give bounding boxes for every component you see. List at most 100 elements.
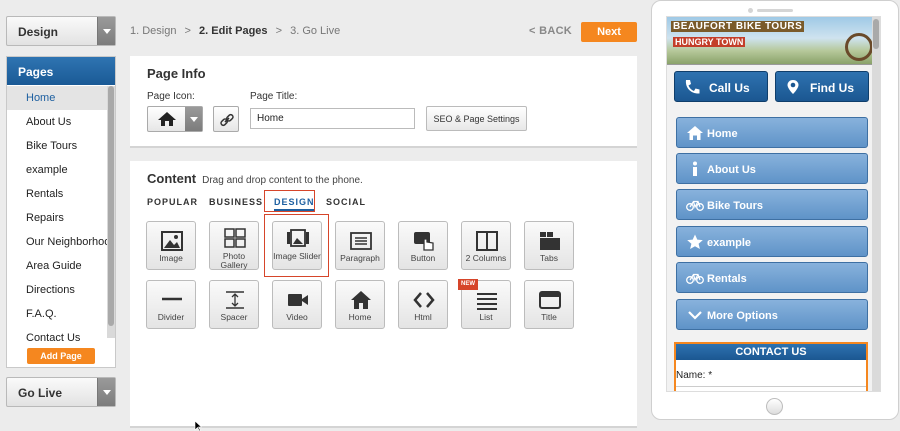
- mobile-nav-example[interactable]: example: [676, 226, 868, 257]
- pages-list: Home About Us Bike Tours example Rentals…: [7, 86, 108, 350]
- banner-subtitle: HUNGRY TOWN: [673, 37, 746, 47]
- design-tab-highlight: [264, 190, 315, 212]
- call-us-button[interactable]: Call Us: [674, 71, 768, 102]
- page-icon-label: Page Icon:: [147, 91, 195, 102]
- step-separator: >: [184, 25, 191, 37]
- find-us-button[interactable]: Find Us: [775, 71, 869, 102]
- page-item-rentals[interactable]: Rentals: [7, 182, 108, 206]
- tile-label: Divider: [157, 312, 185, 322]
- chevron-down-icon[interactable]: [97, 17, 115, 45]
- map-pin-icon: [787, 80, 799, 94]
- tile-photo-gallery[interactable]: Photo Gallery: [209, 221, 259, 270]
- tile-label: Paragraph: [340, 253, 380, 263]
- mobile-nav-home[interactable]: Home: [676, 117, 868, 148]
- pages-scrollbar[interactable]: [107, 86, 115, 338]
- tile-divider[interactable]: Divider: [146, 280, 196, 329]
- tile-label: Tabs: [540, 253, 558, 263]
- mobile-nav-more-options[interactable]: More Options: [676, 299, 868, 330]
- tab-popular[interactable]: POPULAR: [147, 197, 198, 207]
- mobile-nav-label: Rentals: [707, 273, 747, 285]
- tile-label: 2 Columns: [465, 253, 507, 263]
- page-icon-select[interactable]: [147, 106, 203, 132]
- page-item-contact-us[interactable]: Contact Us: [7, 326, 108, 350]
- mobile-nav-label: Bike Tours: [707, 200, 764, 212]
- content-subtitle: Drag and drop content to the phone.: [202, 175, 363, 186]
- design-dropdown[interactable]: Design: [6, 16, 116, 46]
- page-item-faq[interactable]: F.A.Q.: [7, 302, 108, 326]
- golive-dropdown-label: Go Live: [18, 386, 63, 400]
- page-item-repairs[interactable]: Repairs: [7, 206, 108, 230]
- tile-label: Html: [414, 312, 432, 322]
- step-go-live[interactable]: 3. Go Live: [290, 25, 340, 37]
- add-page-button[interactable]: Add Page: [27, 348, 95, 364]
- find-us-label: Find Us: [810, 81, 854, 95]
- tab-business[interactable]: BUSINESS: [209, 197, 263, 207]
- mobile-nav-rentals[interactable]: Rentals: [676, 262, 868, 293]
- phone-screen[interactable]: BEAUFORT BIKE TOURS HUNGRY TOWN Call Us …: [666, 16, 881, 392]
- wizard-steps: 1. Design > 2. Edit Pages > 3. Go Live: [130, 25, 345, 37]
- tile-video[interactable]: Video: [272, 280, 322, 329]
- page-info-title: Page Info: [147, 66, 206, 81]
- phone-speaker: [748, 8, 793, 13]
- page-item-area-guide[interactable]: Area Guide: [7, 254, 108, 278]
- page-item-directions[interactable]: Directions: [7, 278, 108, 302]
- tile-label: List: [479, 312, 493, 322]
- link-icon: [220, 113, 234, 127]
- tile-label: Image Slider: [273, 251, 321, 261]
- mobile-nav-label: About Us: [707, 164, 756, 176]
- tile-paragraph[interactable]: Paragraph: [335, 221, 385, 270]
- page-item-home[interactable]: Home: [7, 86, 108, 110]
- phone-preview: BEAUFORT BIKE TOURS HUNGRY TOWN Call Us …: [651, 0, 899, 420]
- tile-2-columns[interactable]: 2 Columns: [461, 221, 511, 270]
- page-item-example[interactable]: example: [7, 158, 108, 182]
- phone-scrollbar[interactable]: [872, 17, 880, 391]
- mouse-cursor-icon: [194, 420, 202, 431]
- phone-icon: [685, 80, 700, 94]
- tile-label: Spacer: [220, 312, 248, 322]
- tile-label: Photo Gallery: [220, 251, 248, 270]
- site-banner: BEAUFORT BIKE TOURS HUNGRY TOWN: [667, 17, 874, 65]
- tile-label: Image: [159, 253, 183, 263]
- mobile-nav-label: example: [707, 237, 752, 249]
- step-separator: >: [275, 25, 283, 37]
- next-button[interactable]: Next: [581, 22, 637, 42]
- tile-title[interactable]: Title: [524, 280, 574, 329]
- mobile-nav-label: Home: [707, 128, 738, 140]
- tab-social[interactable]: SOCIAL: [326, 197, 366, 207]
- mobile-nav-bike-tours[interactable]: Bike Tours: [676, 189, 868, 220]
- contact-header: CONTACT US: [676, 344, 866, 360]
- page-item-bike-tours[interactable]: Bike Tours: [7, 134, 108, 158]
- content-title-text: Content: [147, 171, 197, 186]
- golive-dropdown[interactable]: Go Live: [6, 377, 116, 407]
- tile-home[interactable]: Home: [335, 280, 385, 329]
- link-button[interactable]: [213, 106, 239, 132]
- name-field-label: Name: *: [676, 370, 713, 381]
- step-design[interactable]: 1. Design: [130, 25, 176, 37]
- page-item-our-neighborhood[interactable]: Our Neighborhood: [7, 230, 108, 254]
- new-badge: NEW: [458, 279, 478, 290]
- mobile-nav-label: More Options: [707, 310, 778, 322]
- back-link[interactable]: < BACK: [529, 25, 572, 37]
- page-item-about-us[interactable]: About Us: [7, 110, 108, 134]
- page-title-input[interactable]: [250, 108, 415, 129]
- pages-panel: Pages Home About Us Bike Tours example R…: [6, 56, 116, 368]
- tile-image[interactable]: Image: [146, 221, 196, 270]
- step-edit-pages: 2. Edit Pages: [199, 25, 268, 37]
- contact-form-block[interactable]: CONTACT US Name: *: [674, 342, 868, 391]
- tile-button[interactable]: Button: [398, 221, 448, 270]
- cursor-hand-icon: [414, 232, 434, 251]
- video-camera-icon: [288, 294, 308, 306]
- tile-html[interactable]: Html: [398, 280, 448, 329]
- tile-image-slider[interactable]: Image Slider: [272, 221, 322, 270]
- chevron-down-icon[interactable]: [185, 107, 202, 131]
- mobile-nav-about-us[interactable]: About Us: [676, 153, 868, 184]
- tile-list[interactable]: NEW List: [458, 279, 511, 329]
- chevron-down-icon[interactable]: [97, 378, 115, 406]
- tile-label: Home: [348, 312, 372, 322]
- bicycle-icon: [686, 200, 704, 211]
- design-dropdown-label: Design: [18, 25, 59, 39]
- title-icon: [539, 291, 561, 309]
- tile-tabs[interactable]: Tabs: [524, 221, 574, 270]
- seo-settings-button[interactable]: SEO & Page Settings: [426, 106, 527, 131]
- tile-spacer[interactable]: Spacer: [209, 280, 259, 329]
